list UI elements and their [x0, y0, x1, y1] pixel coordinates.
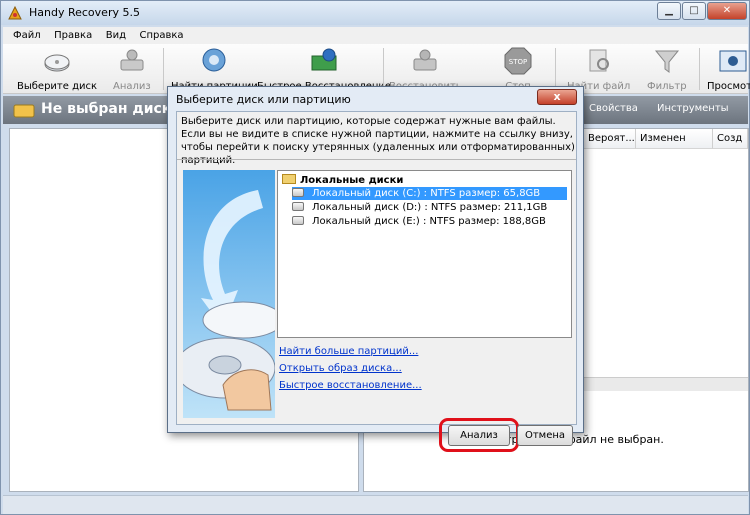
toolbar-separator — [163, 48, 164, 90]
open-disk-image-link[interactable]: Открыть образ диска... — [279, 363, 402, 374]
quick-recovery-icon — [311, 48, 337, 71]
hard-drive-icon — [292, 202, 304, 211]
toolbar-analyze-button[interactable]: Анализ — [113, 46, 151, 92]
window-title: Handy Recovery 5.5 — [29, 6, 140, 19]
disk-item-d[interactable]: Локальный диск (D:) : NTFS размер: 211,1… — [292, 201, 567, 214]
svg-text:STOP: STOP — [509, 58, 527, 66]
toolbar-filter-button[interactable]: Фильтр — [647, 46, 687, 92]
minimize-button[interactable]: ▁ — [657, 2, 681, 20]
close-button[interactable]: ✕ — [707, 2, 747, 20]
folder-icon — [282, 174, 296, 184]
disk-tree[interactable]: Локальные диски Локальный диск (C:) : NT… — [277, 170, 572, 338]
column-probability[interactable]: Вероят... — [584, 129, 636, 149]
dialog-title: Выберите диск или партицию — [176, 93, 351, 106]
app-icon — [8, 5, 22, 20]
cancel-button[interactable]: Отмена — [517, 425, 573, 446]
maximize-button[interactable]: □ — [682, 2, 706, 20]
quick-recovery-link[interactable]: Быстрое восстановление... — [279, 380, 422, 391]
find-partitions-icon — [202, 48, 226, 72]
toolbar-separator — [383, 48, 384, 90]
analyze-button[interactable]: Анализ — [448, 425, 510, 446]
menu-file[interactable]: Файл — [13, 27, 41, 44]
hard-drive-icon — [292, 216, 304, 225]
disk-recovery-illustration — [183, 170, 275, 418]
recover-icon — [413, 49, 437, 71]
toolbar-select-disk-button[interactable]: Выберите диск — [17, 46, 97, 92]
find-file-icon — [589, 49, 609, 72]
analyze-icon — [120, 49, 144, 71]
column-modified[interactable]: Изменен — [636, 129, 713, 149]
disk-item-e[interactable]: Локальный диск (E:) : NTFS размер: 188,8… — [292, 215, 567, 228]
select-disk-icon — [44, 54, 70, 72]
disk-item-c[interactable]: Локальный диск (C:) : NTFS размер: 65,8G… — [292, 187, 567, 200]
dialog-separator — [177, 159, 576, 160]
toolbar-view-button[interactable]: Просмотр — [707, 46, 750, 92]
hard-drive-icon — [292, 188, 304, 197]
toolbar-separator — [699, 48, 700, 90]
toolbar-separator — [555, 48, 556, 90]
dialog-close-button[interactable]: x — [537, 89, 577, 105]
tree-root-local-disks[interactable]: Локальные диски — [282, 174, 403, 186]
disk-icon — [13, 104, 35, 118]
view-icon — [719, 50, 747, 72]
select-disk-dialog: Выберите диск или партицию x Выберите ди… — [167, 86, 584, 452]
tools-button[interactable]: Инструменты — [657, 103, 729, 114]
find-more-partitions-link[interactable]: Найти больше партиций... — [279, 346, 418, 357]
stop-icon: STOP — [504, 47, 532, 75]
menu-view[interactable]: Вид — [106, 27, 126, 44]
menu-edit[interactable]: Правка — [54, 27, 92, 44]
menu-help[interactable]: Справка — [139, 27, 183, 44]
properties-button[interactable]: Свойства — [589, 103, 638, 114]
title-bar: Handy Recovery 5.5 ▁ □ ✕ — [1, 1, 749, 25]
column-created[interactable]: Созд — [713, 129, 748, 149]
filter-icon — [654, 50, 679, 73]
status-bar — [3, 495, 748, 514]
dialog-body: Выберите диск или партицию, которые соде… — [176, 111, 577, 452]
menu-bar: Файл Правка Вид Справка — [3, 27, 748, 44]
